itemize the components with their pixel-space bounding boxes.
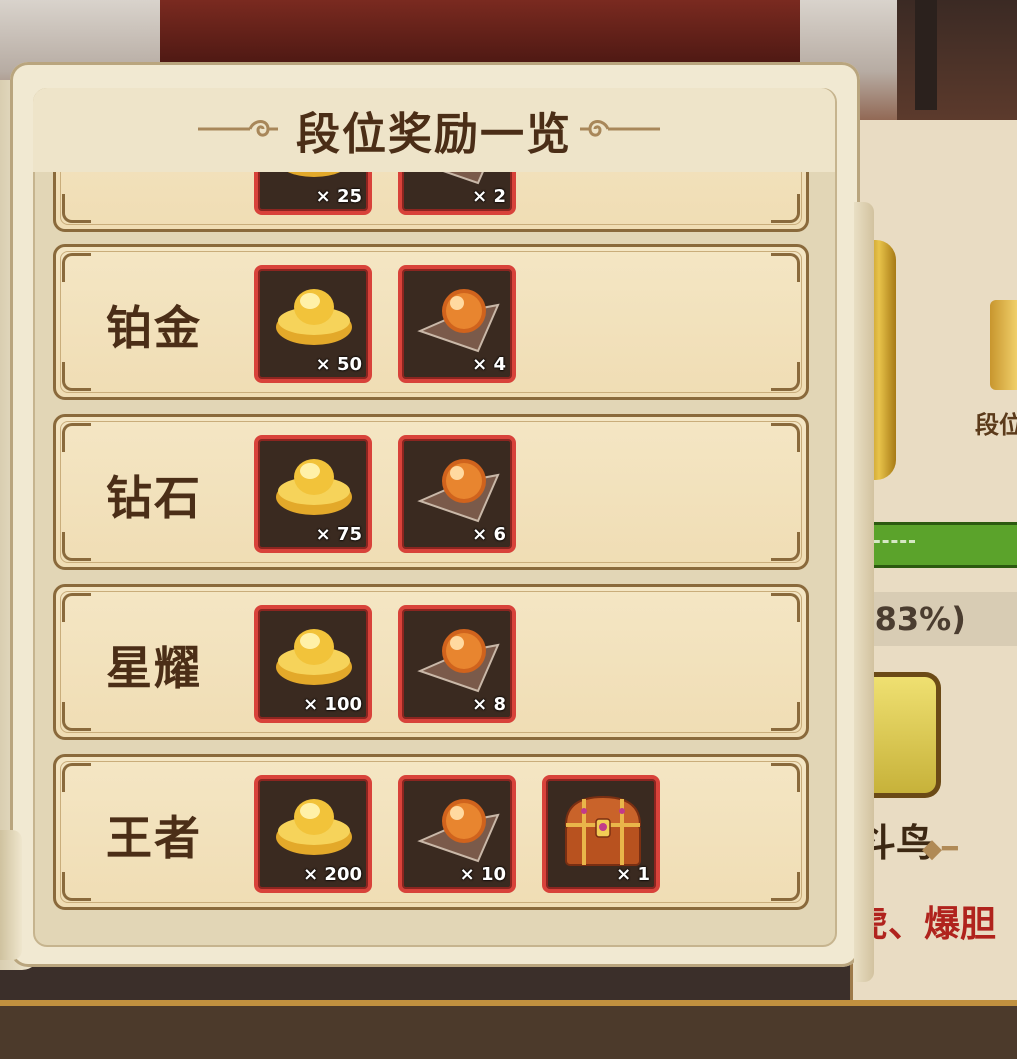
reward-item[interactable]: × 75 <box>254 435 372 553</box>
background-bottom-bar <box>0 1000 1017 1059</box>
reward-count: × 25 <box>315 186 362 207</box>
gold-ingot-icon <box>276 289 352 345</box>
background-rank-label: 段位 <box>975 411 1017 439</box>
reward-count: × 100 <box>303 694 362 715</box>
reward-count: × 2 <box>472 186 506 207</box>
orange-orb-icon <box>417 459 500 523</box>
background-percent-text: (83%) <box>860 600 966 638</box>
gold-ingot-icon <box>276 459 352 515</box>
scroll-curl <box>0 830 22 960</box>
background-rank-emblem-2 <box>990 300 1017 390</box>
background-lantern <box>915 0 937 110</box>
reward-count: × 6 <box>472 524 506 545</box>
reward-item[interactable]: × 6 <box>398 435 516 553</box>
gold-ingot-icon <box>287 172 341 177</box>
gold-ingot-icon <box>276 799 352 855</box>
rank-label: 铂金 <box>106 301 202 355</box>
reward-count: × 1 <box>616 864 650 885</box>
rank-label: 王者 <box>106 811 202 865</box>
reward-row-starglory: 星耀 × 100 × 8 <box>53 584 809 740</box>
reward-count: × 50 <box>315 354 362 375</box>
orange-orb-icon <box>417 629 500 693</box>
title-right-ornament-icon <box>580 120 660 137</box>
reward-row-platinum: 铂金 × 50 × 4 <box>53 244 809 400</box>
dialog-title: 段位奖励一览 <box>296 109 572 160</box>
reward-count: × 75 <box>315 524 362 545</box>
reward-count: × 4 <box>472 354 506 375</box>
reward-item[interactable]: × 1 <box>542 775 660 893</box>
reward-count: × 10 <box>459 864 506 885</box>
rank-label: 钻石 <box>106 471 202 525</box>
reward-row-partial: × 25 × 2 <box>53 172 809 232</box>
reward-item[interactable]: × 4 <box>398 265 516 383</box>
reward-item[interactable]: × 100 <box>254 605 372 723</box>
reward-list[interactable]: × 25 × 2 铂金 × 50 × 4 钻石 × 75 × 6 星耀 × 10… <box>33 172 835 942</box>
reward-item[interactable]: × 10 <box>398 775 516 893</box>
reward-item[interactable]: × 50 <box>254 265 372 383</box>
reward-item[interactable]: × 25 <box>254 172 372 215</box>
rank-label: 星耀 <box>106 641 202 695</box>
reward-count: × 8 <box>472 694 506 715</box>
reward-item[interactable]: × 2 <box>398 172 516 215</box>
reward-item[interactable]: × 200 <box>254 775 372 893</box>
reward-item[interactable]: × 8 <box>398 605 516 723</box>
background-ornament: ◆━ <box>922 834 958 864</box>
reward-row-diamond: 钻石 × 75 × 6 <box>53 414 809 570</box>
treasure-chest-icon <box>564 795 642 866</box>
orange-orb-icon <box>417 289 500 353</box>
reward-row-king: 王者 × 200 × 10 × 1 <box>53 754 809 910</box>
orange-orb-icon <box>417 799 500 863</box>
reward-count: × 200 <box>303 864 362 885</box>
gold-ingot-icon <box>276 629 352 685</box>
